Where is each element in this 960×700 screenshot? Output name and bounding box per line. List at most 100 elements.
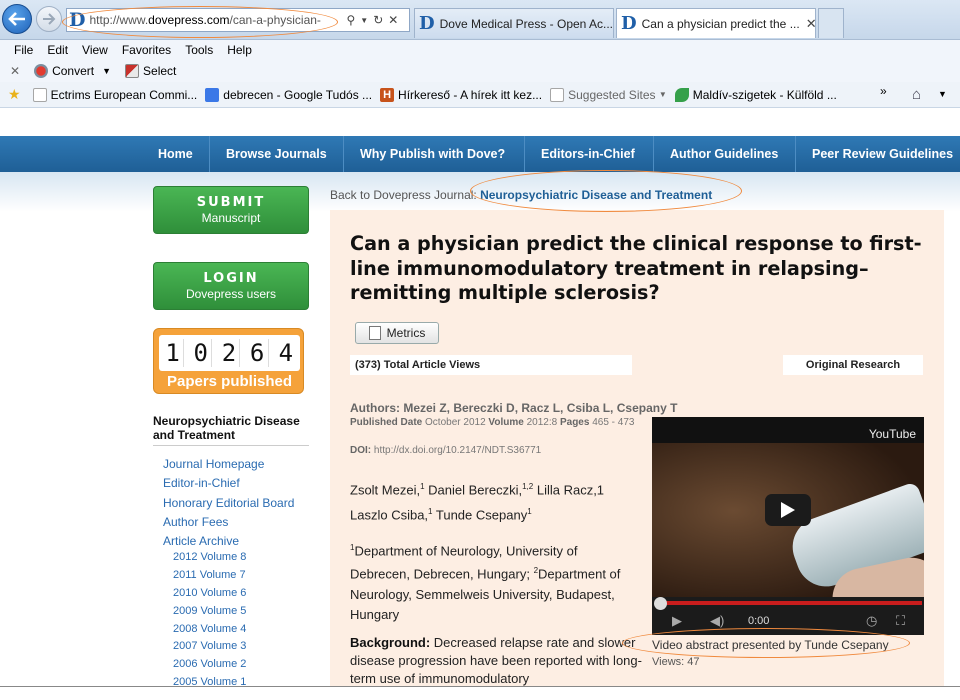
- address-bar[interactable]: D http://www.dovepress.com/can-a-physici…: [66, 8, 410, 32]
- metrics-icon: [368, 326, 381, 340]
- submit-manuscript-button[interactable]: SUBMIT Manuscript: [153, 186, 309, 234]
- author-names: Zsolt Mezei,1 Daniel Bereczki,1,2 Lilla …: [350, 482, 605, 523]
- site-nav: Home Browse Journals Why Publish with Do…: [0, 136, 960, 172]
- sidebar-link-editorial-board[interactable]: Honorary Editorial Board: [163, 494, 294, 513]
- scrubber-handle[interactable]: [654, 597, 667, 610]
- menu-file[interactable]: File: [14, 43, 33, 57]
- progress-bar[interactable]: [658, 601, 922, 605]
- volume-icon[interactable]: ◀): [710, 613, 724, 629]
- search-icon[interactable]: ⚲: [346, 13, 355, 27]
- nav-home[interactable]: Home: [142, 136, 209, 172]
- convert-button[interactable]: Convert: [52, 64, 94, 78]
- nav-browse-journals[interactable]: Browse Journals: [209, 136, 343, 172]
- nav-peer-review-guidelines[interactable]: Peer Review Guidelines: [795, 136, 960, 172]
- abstract-background: Background: Decreased relapse rate and s…: [350, 635, 642, 686]
- favorite-suggested-sites[interactable]: Suggested Sites ▼: [550, 87, 667, 102]
- favorite-link-google[interactable]: debrecen - Google Tudós ...: [205, 87, 372, 102]
- publication-info: Published Date October 2012 Volume 2012:…: [350, 417, 635, 428]
- article-type-badge: Original Research: [783, 355, 923, 375]
- close-tab-icon[interactable]: ✕: [806, 16, 815, 32]
- archive-volume-link[interactable]: 2008 Volume 4: [173, 621, 246, 639]
- forward-arrow-icon: [43, 13, 56, 25]
- video-frame[interactable]: [652, 443, 924, 634]
- archive-volume-link[interactable]: 2011 Volume 7: [173, 567, 246, 585]
- favorites-bar: ★ Ectrims European Commi... debrecen - G…: [0, 82, 960, 108]
- sidebar-link-editor-in-chief[interactable]: Editor-in-Chief: [163, 474, 294, 493]
- papers-published-counter: 1 0 2 6 4 Papers published: [153, 328, 304, 394]
- archive-volume-link[interactable]: 2009 Volume 5: [173, 603, 246, 621]
- video-views: Views: 47: [652, 656, 700, 668]
- window-bottom-edge: [0, 686, 960, 700]
- breadcrumb: Back to Dovepress Journal: Neuropsychiat…: [330, 188, 713, 202]
- dove-favicon-icon: D: [69, 9, 86, 31]
- tab-dove-medical-press[interactable]: D Dove Medical Press - Open Ac...: [414, 8, 614, 38]
- home-dropdown-icon[interactable]: ▼: [938, 89, 947, 99]
- watch-later-icon[interactable]: ◷: [866, 613, 877, 629]
- archive-volume-list: 2012 Volume 8 2011 Volume 7 2010 Volume …: [173, 549, 246, 692]
- archive-volume-link[interactable]: 2012 Volume 8: [173, 549, 246, 567]
- sidebar-journal-title: Neuropsychiatric Disease and Treatment: [153, 414, 300, 442]
- play-button[interactable]: [765, 494, 811, 526]
- sidebar-link-journal-homepage[interactable]: Journal Homepage: [163, 455, 294, 474]
- tab-label: Dove Medical Press - Open Ac...: [439, 16, 614, 31]
- doi-link[interactable]: http://dx.doi.org/10.2147/NDT.S36771: [374, 445, 541, 456]
- authors-line: Authors: Mezei Z, Bereczki D, Racz L, Cs…: [350, 401, 678, 415]
- counter-digits: 1 0 2 6 4: [159, 335, 300, 371]
- back-button[interactable]: [2, 4, 32, 34]
- archive-volume-link[interactable]: 2007 Volume 3: [173, 638, 246, 656]
- tab-label: Can a physician predict the ...: [641, 16, 800, 31]
- metrics-button[interactable]: Metrics: [355, 322, 439, 344]
- stop-icon[interactable]: ✕: [388, 13, 398, 27]
- menu-bar: File Edit View Favorites Tools Help: [0, 40, 960, 60]
- leaf-icon: [674, 87, 689, 102]
- back-to-journal-link[interactable]: Neuropsychiatric Disease and Treatment: [480, 188, 712, 202]
- menu-edit[interactable]: Edit: [47, 43, 68, 57]
- video-controls: ▶ ◀) 0:00 ◷ ⛶: [652, 597, 924, 635]
- play-control-icon[interactable]: ▶: [672, 613, 682, 629]
- archive-volume-link[interactable]: 2010 Volume 6: [173, 585, 246, 603]
- menu-favorites[interactable]: Favorites: [122, 43, 171, 57]
- nav-why-publish[interactable]: Why Publish with Dove?: [343, 136, 521, 172]
- dove-favicon-icon: D: [419, 13, 435, 34]
- sidebar-links: Journal Homepage Editor-in-Chief Honorar…: [163, 455, 294, 551]
- convert-dropdown-icon[interactable]: ▼: [102, 66, 111, 76]
- select-button[interactable]: Select: [143, 64, 176, 78]
- favorites-star-icon[interactable]: ★: [8, 86, 25, 103]
- dove-favicon-icon: D: [621, 13, 637, 34]
- home-icon[interactable]: ⌂: [912, 86, 921, 103]
- youtube-logo[interactable]: YouTube: [869, 427, 916, 441]
- favorite-link-ectrims[interactable]: Ectrims European Commi...: [32, 87, 197, 102]
- video-player[interactable]: YouTube ▶ ◀) 0:00 ◷ ⛶: [652, 417, 924, 635]
- archive-volume-link[interactable]: 2006 Volume 2: [173, 656, 246, 674]
- tab-article[interactable]: D Can a physician predict the ... ✕: [616, 8, 816, 38]
- command-bar: ✕ Convert ▼ Select: [0, 60, 960, 82]
- new-tab-button[interactable]: [818, 8, 844, 38]
- dropdown-caret-icon[interactable]: ▼: [360, 16, 368, 25]
- refresh-icon[interactable]: ↻: [373, 13, 383, 27]
- login-button[interactable]: LOGIN Dovepress users: [153, 262, 309, 310]
- google-icon: [205, 87, 220, 102]
- page-icon: [32, 87, 47, 102]
- counter-caption: Papers published: [166, 373, 293, 390]
- convert-icon: [34, 64, 49, 78]
- nav-author-guidelines[interactable]: Author Guidelines: [653, 136, 794, 172]
- menu-tools[interactable]: Tools: [185, 43, 213, 57]
- doi-line: DOI: http://dx.doi.org/10.2147/NDT.S3677…: [350, 445, 542, 456]
- browser-titlebar: D http://www.dovepress.com/can-a-physici…: [0, 0, 960, 40]
- forward-button[interactable]: [36, 6, 62, 32]
- favorite-link-maldiv[interactable]: Maldív-szigetek - Külföld ...: [674, 87, 837, 102]
- favorites-more-icon[interactable]: »: [880, 84, 887, 98]
- address-url[interactable]: http://www.dovepress.com/can-a-physician…: [89, 13, 341, 27]
- select-icon: [125, 64, 140, 78]
- article-title: Can a physician predict the clinical res…: [350, 232, 922, 305]
- menu-view[interactable]: View: [82, 43, 108, 57]
- nav-editors-in-chief[interactable]: Editors-in-Chief: [524, 136, 651, 172]
- video-caption: Video abstract presented by Tunde Csepan…: [652, 638, 889, 652]
- menu-help[interactable]: Help: [227, 43, 252, 57]
- favorite-link-hirkereso[interactable]: H Hírkereső - A hírek itt kez...: [380, 87, 542, 102]
- sidebar-link-author-fees[interactable]: Author Fees: [163, 513, 294, 532]
- divider: [153, 445, 309, 446]
- close-toolbar-icon[interactable]: ✕: [10, 64, 20, 78]
- page-icon: [550, 87, 565, 102]
- fullscreen-icon[interactable]: ⛶: [896, 613, 905, 629]
